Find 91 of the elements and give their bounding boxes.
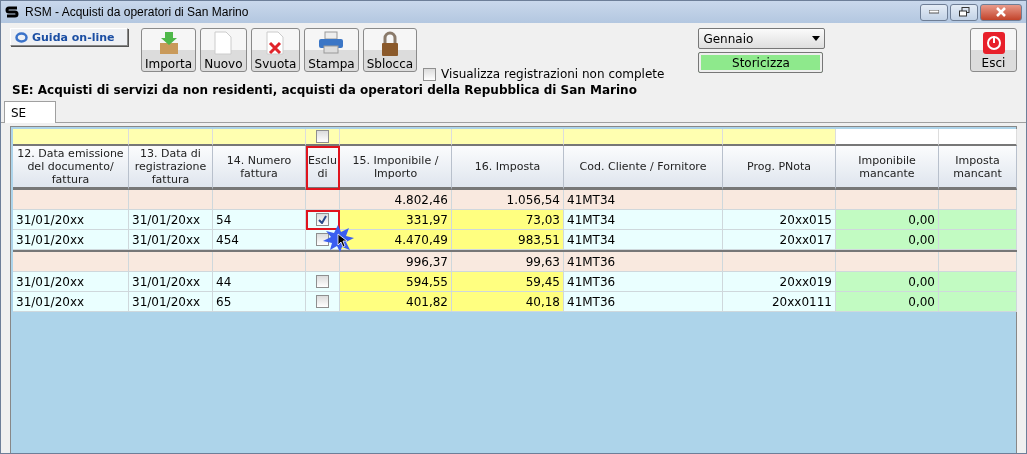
filter-cell[interactable] [564, 129, 723, 146]
exclude-checkbox[interactable] [316, 213, 329, 226]
table-cell: 31/01/20xx [129, 272, 213, 292]
exclude-checkbox[interactable] [316, 275, 329, 288]
filter-cell[interactable] [129, 129, 213, 146]
table-cell: 41MT36 [564, 252, 723, 272]
box-arrow-icon [157, 31, 180, 55]
table-cell: 20xx017 [723, 230, 836, 250]
month-dropdown[interactable]: Gennaio [698, 28, 826, 49]
table-cell: 59,45 [452, 272, 564, 292]
filter-cell[interactable] [13, 129, 129, 146]
table-cell: 41MT36 [564, 292, 723, 312]
power-icon [982, 32, 1005, 54]
window-title: RSM - Acquisti da operatori di San Marino [25, 5, 249, 19]
toolbar-button[interactable]: Svuota [250, 28, 301, 72]
table-cell: 31/01/20xx [13, 292, 129, 312]
table-cell: 41MT34 [564, 190, 723, 210]
close-icon [995, 7, 1007, 17]
exclude-checkbox[interactable] [316, 295, 329, 308]
checkbox[interactable] [423, 67, 437, 81]
table-cell: 65 [213, 292, 306, 312]
minimize-icon [929, 10, 939, 14]
subtotal-cell: 99,63 [452, 252, 564, 272]
archive-button[interactable]: Storicizza [698, 52, 824, 73]
table-cell: 44 [213, 272, 306, 292]
restore-button[interactable] [950, 3, 978, 21]
filter-cell[interactable] [306, 129, 340, 146]
checkbox-label: Visualizza registrazioni non complete [441, 67, 665, 81]
exit-button[interactable]: Esci [970, 28, 1017, 72]
table-cell: 20xx015 [723, 210, 836, 230]
table-cell: 0,00 [836, 230, 939, 250]
close-button[interactable] [980, 3, 1022, 21]
caret-icon [812, 36, 821, 41]
table-cell: 31/01/20xx [129, 292, 213, 312]
column-header[interactable]: 15. Imponibile / Importo [340, 146, 452, 190]
help-button[interactable]: Guida on-line [10, 28, 128, 46]
filter-cell[interactable] [723, 129, 836, 146]
section-title: SE: Acquisti di servizi da non residenti, acquisti da operatori della Repubblica di San Marino [11, 82, 638, 99]
printer-icon [318, 31, 345, 55]
table-cell: 0,00 [836, 272, 939, 292]
table-cell: 0,00 [836, 210, 939, 230]
table-cell: 41MT36 [564, 272, 723, 292]
table-cell: 594,55 [340, 272, 452, 292]
column-header[interactable]: 12. Data emissione del documento/ fattura [13, 146, 129, 190]
table-cell: 983,51 [452, 230, 564, 250]
table-cell: 454 [213, 230, 306, 250]
app-logo-icon [5, 5, 19, 19]
table-cell: 41MT34 [564, 210, 723, 230]
column-header[interactable]: Esclu di [306, 146, 340, 190]
column-header[interactable]: Prog. PNota [723, 146, 836, 190]
table-cell: 40,18 [452, 292, 564, 312]
padlock-icon [379, 31, 400, 57]
column-header[interactable]: 13. Data di registrazione fattura [129, 146, 213, 190]
table-cell: 20xx0111 [723, 292, 836, 312]
browser-e-icon [15, 30, 28, 44]
toolbar-button[interactable]: Sblocca [362, 28, 418, 72]
table-cell: 41MT34 [564, 230, 723, 250]
table-cell: 4.470,49 [340, 230, 452, 250]
table-cell: 31/01/20xx [129, 210, 213, 230]
table-cell: 31/01/20xx [13, 210, 129, 230]
column-header[interactable]: Imponibile mancante [836, 146, 939, 190]
table-cell: 31/01/20xx [13, 230, 129, 250]
restore-icon [958, 7, 970, 17]
column-header[interactable]: Imposta mancant [939, 146, 1017, 190]
filter-cell[interactable] [939, 129, 1017, 146]
click-marker-drawing [322, 224, 354, 252]
tab[interactable]: SE [4, 101, 56, 123]
table-cell: 331,97 [340, 210, 452, 230]
filter-cell[interactable] [213, 129, 306, 146]
toolbar-button[interactable]: Importa [141, 28, 197, 72]
page-icon [214, 31, 233, 55]
subtotal-cell: 996,37 [340, 252, 452, 272]
toolbar-button[interactable]: Stampa [304, 28, 359, 72]
table-cell: 54 [213, 210, 306, 230]
table-cell: 31/01/20xx [129, 230, 213, 250]
table-cell: 20xx019 [723, 272, 836, 292]
page-cross-icon [266, 31, 285, 55]
column-header[interactable]: Cod. Cliente / Fornitore [564, 146, 723, 190]
subtotal-cell: 4.802,46 [340, 190, 452, 210]
toolbar-button[interactable]: Nuovo [200, 28, 247, 72]
table-cell: 31/01/20xx [13, 272, 129, 292]
select-all-checkbox[interactable] [316, 130, 329, 143]
column-header[interactable]: 14. Numero fattura [213, 146, 306, 190]
filter-cell[interactable] [836, 129, 939, 146]
table-cell: 401,82 [340, 292, 452, 312]
subtotal-cell: 1.056,54 [452, 190, 564, 210]
filter-cell[interactable] [452, 129, 564, 146]
table-cell: 73,03 [452, 210, 564, 230]
filter-cell[interactable] [340, 129, 452, 146]
table-cell: 0,00 [836, 292, 939, 312]
column-header[interactable]: 16. Imposta [452, 146, 564, 190]
